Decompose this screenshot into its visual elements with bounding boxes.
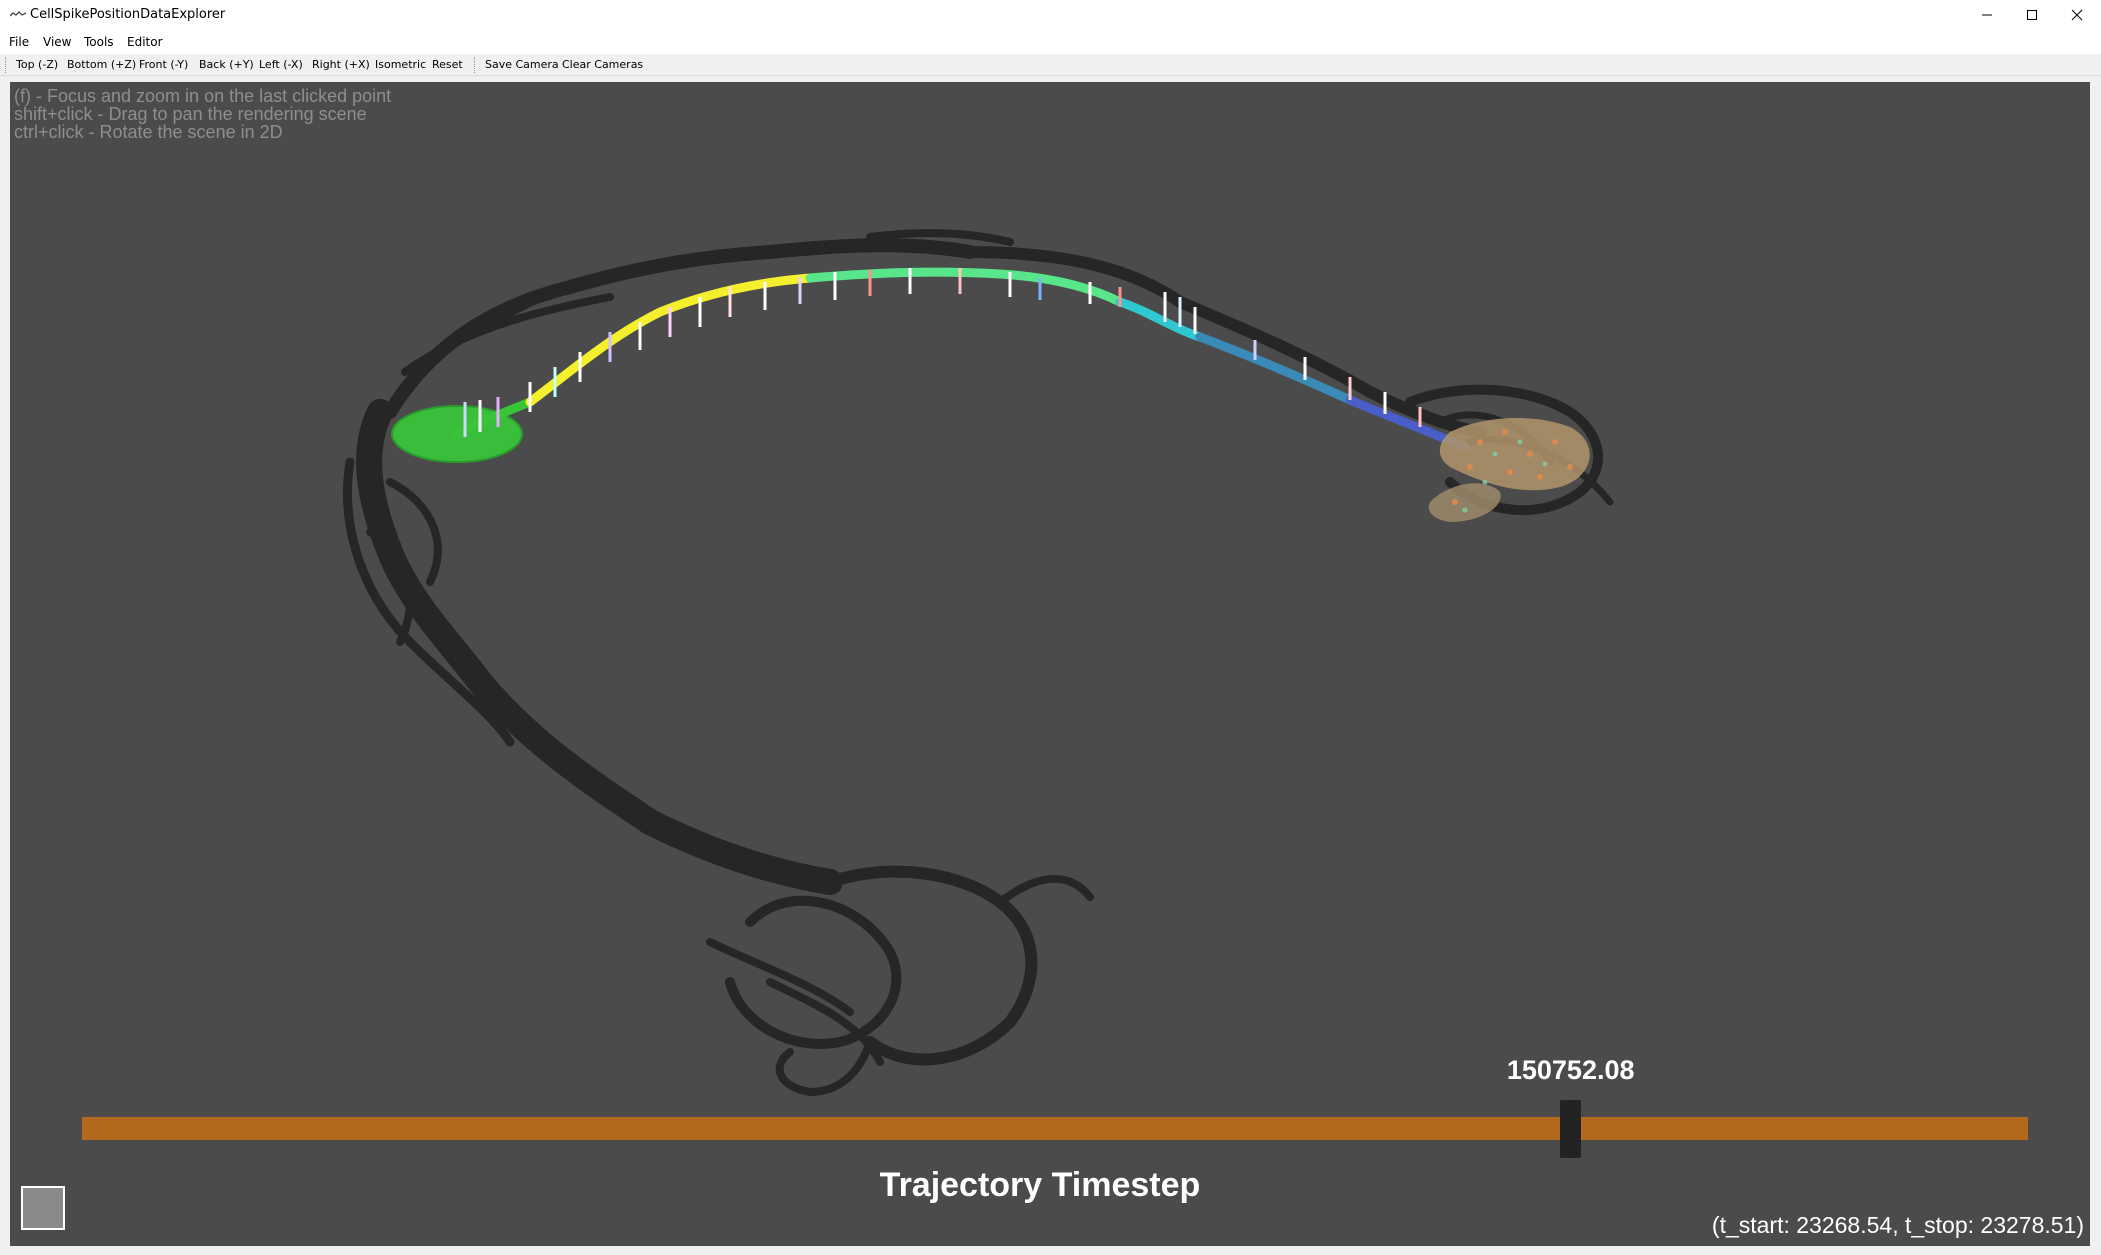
- view-back-button[interactable]: Back (+Y): [199, 58, 254, 71]
- timestep-slider-handle[interactable]: [1560, 1100, 1582, 1158]
- window-title: CellSpikePositionDataExplorer: [30, 7, 226, 22]
- app-icon: [10, 11, 26, 17]
- clear-cameras-button[interactable]: Clear Cameras: [562, 58, 643, 71]
- close-icon: [2071, 9, 2083, 21]
- view-isometric-button[interactable]: Isometric: [375, 58, 426, 71]
- maximize-icon: [2027, 10, 2037, 20]
- view-reset-button[interactable]: Reset: [432, 58, 463, 71]
- minimize-icon: [1982, 14, 1992, 16]
- maximize-button[interactable]: [2010, 0, 2055, 30]
- close-button[interactable]: [2055, 0, 2100, 30]
- view-left-button[interactable]: Left (-X): [259, 58, 303, 71]
- trajectory-scene: [343, 229, 1614, 1096]
- menu-bar: File View Tools Editor: [0, 30, 2101, 54]
- save-camera-button[interactable]: Save Camera: [485, 58, 559, 71]
- toolbar-grip: [5, 57, 6, 73]
- time-range-label: (t_start: 23268.54, t_stop: 23278.51): [1711, 1212, 2084, 1238]
- view-right-button[interactable]: Right (+X): [312, 58, 370, 71]
- window-bottom-edge: [0, 1246, 2101, 1255]
- menu-view[interactable]: View: [43, 35, 71, 49]
- render-viewport[interactable]: (f) - Focus and zoom in on the last clic…: [10, 82, 2090, 1246]
- view-front-button[interactable]: Front (-Y): [139, 58, 188, 71]
- minimize-button[interactable]: [1965, 0, 2010, 30]
- view-top-button[interactable]: Top (-Z): [16, 58, 58, 71]
- toolbar-separator: [474, 57, 475, 73]
- title-bar: CellSpikePositionDataExplorer: [0, 0, 2101, 30]
- checkbox-widget[interactable]: [21, 1186, 65, 1230]
- timestep-value: 150752.08: [1506, 1055, 1635, 1085]
- camera-toolbar: Top (-Z) Bottom (+Z) Front (-Y) Back (+Y…: [0, 54, 2101, 76]
- view-bottom-button[interactable]: Bottom (+Z): [67, 58, 136, 71]
- timestep-slider-title: Trajectory Timestep: [879, 1166, 1201, 1204]
- trajectory-shadow: [343, 229, 1614, 1096]
- timestep-slider-track[interactable]: [82, 1117, 2028, 1140]
- menu-tools[interactable]: Tools: [84, 35, 114, 49]
- menu-editor[interactable]: Editor: [127, 35, 163, 49]
- menu-file[interactable]: File: [9, 35, 29, 49]
